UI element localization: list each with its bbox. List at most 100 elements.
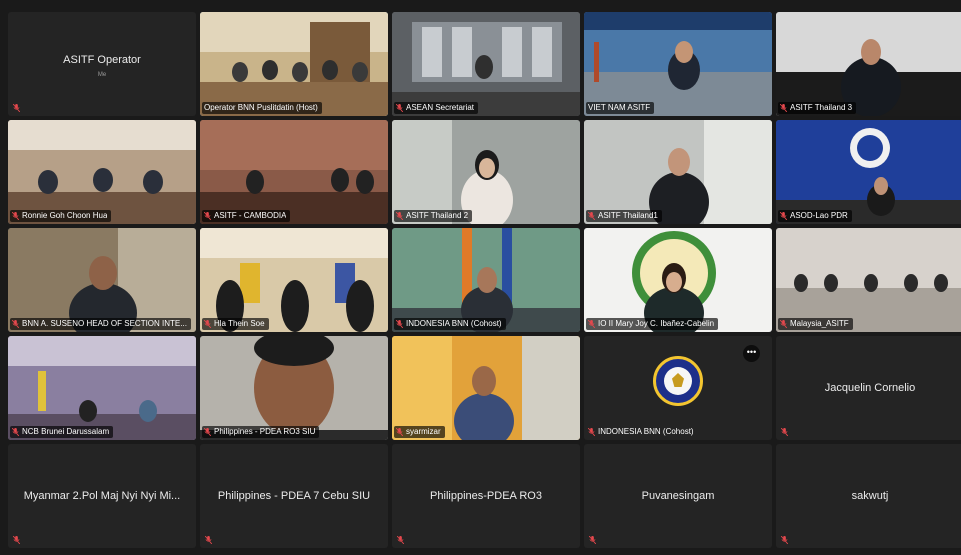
- participant-tile[interactable]: Malaysia_ASITF: [776, 228, 961, 332]
- mic-muted-icon: [397, 536, 404, 544]
- video-feed: [392, 120, 580, 224]
- mic-muted-icon: [396, 104, 403, 112]
- mic-muted-icon: [396, 428, 403, 436]
- participant-tile[interactable]: Philippines - PDEA 7 Cebu SIU: [200, 444, 388, 548]
- participant-tile[interactable]: BNN A. SUSENO HEAD OF SECTION INTE...: [8, 228, 196, 332]
- participant-tile[interactable]: ••• INDONESIA BNN (Cohost): [584, 336, 772, 440]
- video-feed: [584, 228, 772, 332]
- participant-label: ASITF Thailand1: [586, 210, 662, 222]
- video-feed: [392, 228, 580, 332]
- bnn-logo: [653, 356, 703, 406]
- participant-name: IO II Mary Joy C. Ibañez-Cabelin: [598, 319, 715, 328]
- participant-tile[interactable]: Jacquelin Cornelio: [776, 336, 961, 440]
- participant-name: ASITF Thailand 2: [406, 211, 469, 220]
- participant-label: Ronnie Goh Choon Hua: [10, 210, 112, 222]
- participant-tile[interactable]: ASEAN Secretariat: [392, 12, 580, 116]
- more-options-button[interactable]: •••: [743, 345, 760, 362]
- participant-label: Philippines - PDEA RO3 SIU: [202, 426, 320, 438]
- mic-muted-icon: [12, 212, 19, 220]
- participant-tile[interactable]: Philippines - PDEA RO3 SIU: [200, 336, 388, 440]
- mic-muted-icon: [204, 212, 211, 220]
- mic-muted-icon: [781, 428, 788, 436]
- participant-label: ASITF - CAMBODIA: [202, 210, 291, 222]
- mic-muted-icon: [396, 212, 403, 220]
- participant-tile[interactable]: Ronnie Goh Choon Hua: [8, 120, 196, 224]
- participant-name: Myanmar 2.Pol Maj Nyi Nyi Mi...: [23, 490, 181, 502]
- mic-muted-icon: [588, 428, 595, 436]
- participant-tile[interactable]: Hla Thein Soe: [200, 228, 388, 332]
- participant-name: NCB Brunei Darussalam: [22, 427, 110, 436]
- participant-tile[interactable]: Myanmar 2.Pol Maj Nyi Nyi Mi...: [8, 444, 196, 548]
- participant-name: Philippines-PDEA RO3: [430, 490, 542, 502]
- mic-muted-icon: [780, 104, 787, 112]
- participant-name: ASITF - CAMBODIA: [214, 211, 287, 220]
- participant-tile[interactable]: Puvanesingam: [584, 444, 772, 548]
- video-feed: [8, 336, 196, 440]
- video-feed: [8, 228, 196, 332]
- video-feed: [584, 12, 772, 116]
- video-feed: [584, 120, 772, 224]
- participant-label: ASOD-Lao PDR: [778, 210, 852, 222]
- participant-name: BNN A. SUSENO HEAD OF SECTION INTE...: [22, 319, 187, 328]
- participant-label: IO II Mary Joy C. Ibañez-Cabelin: [586, 318, 719, 330]
- video-feed: [200, 336, 388, 440]
- participant-tile[interactable]: Philippines-PDEA RO3: [392, 444, 580, 548]
- participant-label: VIET NAM ASITF: [586, 102, 655, 114]
- participant-name: Malaysia_ASITF: [790, 319, 849, 328]
- mic-muted-icon: [204, 428, 211, 436]
- participant-name: Philippines - PDEA 7 Cebu SIU: [217, 490, 371, 502]
- mic-muted-icon: [588, 212, 595, 220]
- participant-name: Ronnie Goh Choon Hua: [22, 211, 108, 220]
- mic-muted-icon: [781, 536, 788, 544]
- participant-tile[interactable]: ASITF Thailand 3: [776, 12, 961, 116]
- participant-tile[interactable]: ASITF Thailand1: [584, 120, 772, 224]
- video-feed: [200, 120, 388, 224]
- video-feed: [776, 120, 961, 224]
- mic-muted-icon: [204, 320, 211, 328]
- video-feed: [392, 336, 580, 440]
- participant-name: ASITF Operator: [63, 53, 141, 66]
- mic-muted-icon: [396, 320, 403, 328]
- participant-name: INDONESIA BNN (Cohost): [598, 427, 694, 436]
- participant-tile[interactable]: NCB Brunei Darussalam: [8, 336, 196, 440]
- participant-name: INDONESIA BNN (Cohost): [406, 319, 502, 328]
- mic-muted-icon: [12, 428, 19, 436]
- self-indicator: Me: [97, 72, 107, 79]
- participant-tile[interactable]: syarmizar: [392, 336, 580, 440]
- participant-name: syarmizar: [406, 427, 441, 436]
- mic-muted-icon: [780, 320, 787, 328]
- participant-label: Malaysia_ASITF: [778, 318, 853, 330]
- mic-muted-icon: [589, 536, 596, 544]
- participant-name: Philippines - PDEA RO3 SIU: [214, 427, 316, 436]
- video-feed: [200, 12, 388, 116]
- participant-tile[interactable]: INDONESIA BNN (Cohost): [392, 228, 580, 332]
- participant-name: ASITF Thailand 3: [790, 103, 853, 112]
- participant-label: INDONESIA BNN (Cohost): [586, 426, 698, 438]
- participant-name: ASEAN Secretariat: [406, 103, 475, 112]
- video-feed: [200, 228, 388, 332]
- participant-label: INDONESIA BNN (Cohost): [394, 318, 506, 330]
- participant-tile[interactable]: ASITF - CAMBODIA: [200, 120, 388, 224]
- video-feed: [776, 228, 961, 332]
- participant-label: Hla Thein Soe: [202, 318, 269, 330]
- participant-label: syarmizar: [394, 426, 445, 438]
- video-feed: [392, 12, 580, 116]
- participant-label: ASITF Thailand 2: [394, 210, 473, 222]
- participant-name: Puvanesingam: [641, 490, 715, 502]
- participant-name: ASITF Thailand1: [598, 211, 658, 220]
- participant-tile[interactable]: ASOD-Lao PDR: [776, 120, 961, 224]
- mic-muted-icon: [12, 320, 19, 328]
- participant-name: VIET NAM ASITF: [588, 103, 651, 112]
- participant-tile[interactable]: ASITF Thailand 2: [392, 120, 580, 224]
- participant-tile[interactable]: VIET NAM ASITF: [584, 12, 772, 116]
- participant-label: Operator BNN Puslitdatin (Host): [202, 102, 322, 114]
- participant-label: ASITF Thailand 3: [778, 102, 857, 114]
- mic-muted-icon: [588, 320, 595, 328]
- participant-tile[interactable]: IO II Mary Joy C. Ibañez-Cabelin: [584, 228, 772, 332]
- mic-muted-icon: [205, 536, 212, 544]
- participant-tile[interactable]: Operator BNN Puslitdatin (Host): [200, 12, 388, 116]
- participant-tile[interactable]: ASITF Operator Me: [8, 12, 196, 116]
- mic-muted-icon: [13, 536, 20, 544]
- participant-tile[interactable]: sakwutj: [776, 444, 961, 548]
- mic-muted-icon: [13, 104, 20, 112]
